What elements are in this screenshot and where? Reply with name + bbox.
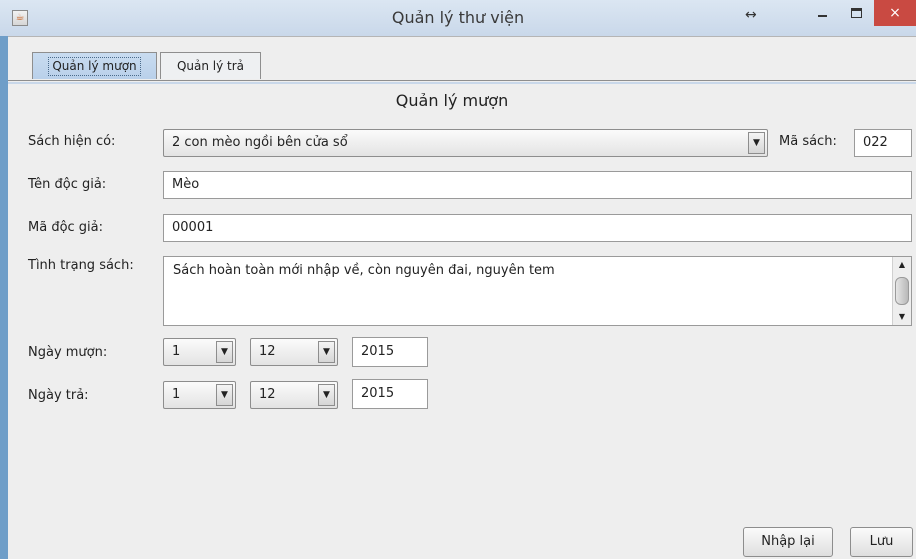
minimize-button[interactable] <box>805 0 839 26</box>
return-date-label: Ngày trả: <box>28 388 89 403</box>
book-select[interactable]: 2 con mèo ngồi bên cửa sổ ▼ <box>163 129 768 157</box>
tab-borrow-management[interactable]: Quản lý mượn <box>32 52 157 79</box>
tab-content-border <box>8 82 916 84</box>
title-bar[interactable]: ☕ Quản lý thư viện ↔ × <box>0 0 916 36</box>
return-year-field[interactable]: 2015 <box>352 379 428 409</box>
close-icon: × <box>889 5 901 21</box>
borrow-day-value: 1 <box>172 344 181 359</box>
borrow-date-label: Ngày mượn: <box>28 345 108 360</box>
scroll-thumb[interactable] <box>895 277 909 305</box>
borrow-year-field[interactable]: 2015 <box>352 337 428 367</box>
return-day-select[interactable]: 1 ▼ <box>163 381 236 409</box>
chevron-down-icon[interactable]: ▼ <box>318 341 335 363</box>
save-button[interactable]: Lưu <box>850 527 913 557</box>
chevron-down-icon[interactable]: ▼ <box>216 384 233 406</box>
book-select-value: 2 con mèo ngồi bên cửa sổ <box>172 135 348 150</box>
close-button[interactable]: × <box>874 0 916 26</box>
reader-name-field[interactable]: Mèo <box>163 171 912 199</box>
reset-button[interactable]: Nhập lại <box>743 527 833 557</box>
tab-return-management[interactable]: Quản lý trả <box>160 52 261 79</box>
tab-label: Quản lý mượn <box>48 57 141 76</box>
book-code-field[interactable]: 022 <box>854 129 912 157</box>
main-panel: Quản lý mượn Quản lý trả Quản lý mượn Sá… <box>8 36 916 559</box>
resize-icon[interactable]: ↔ <box>745 7 757 23</box>
window-title: Quản lý thư viện <box>391 8 525 27</box>
book-code-label: Mã sách: <box>779 134 837 149</box>
tab-divider <box>8 80 916 81</box>
return-day-value: 1 <box>172 387 181 402</box>
form-heading: Quản lý mượn <box>395 91 509 110</box>
condition-label: Tình trạng sách: <box>28 258 134 273</box>
condition-scrollbar[interactable]: ▲ ▼ <box>892 257 911 325</box>
condition-text: Sách hoàn toàn mới nhập về, còn nguyên đ… <box>173 263 555 278</box>
reader-id-field[interactable]: 00001 <box>163 214 912 242</box>
book-label: Sách hiện có: <box>28 134 116 149</box>
maximize-button[interactable] <box>840 0 874 26</box>
reader-id-label: Mã độc giả: <box>28 220 104 235</box>
maximize-icon <box>851 8 862 18</box>
condition-textarea[interactable]: Sách hoàn toàn mới nhập về, còn nguyên đ… <box>163 256 912 326</box>
chevron-down-icon[interactable]: ▼ <box>216 341 233 363</box>
borrow-month-select[interactable]: 12 ▼ <box>250 338 338 366</box>
return-month-value: 12 <box>259 387 276 402</box>
chevron-down-icon[interactable]: ▼ <box>318 384 335 406</box>
borrow-month-value: 12 <box>259 344 276 359</box>
chevron-down-icon[interactable]: ▼ <box>748 132 765 154</box>
minimize-icon <box>818 15 827 17</box>
borrow-day-select[interactable]: 1 ▼ <box>163 338 236 366</box>
scroll-down-icon[interactable]: ▼ <box>894 310 910 324</box>
scroll-up-icon[interactable]: ▲ <box>894 258 910 272</box>
tab-label: Quản lý trả <box>176 59 245 73</box>
reader-name-label: Tên độc giả: <box>28 177 107 192</box>
return-month-select[interactable]: 12 ▼ <box>250 381 338 409</box>
